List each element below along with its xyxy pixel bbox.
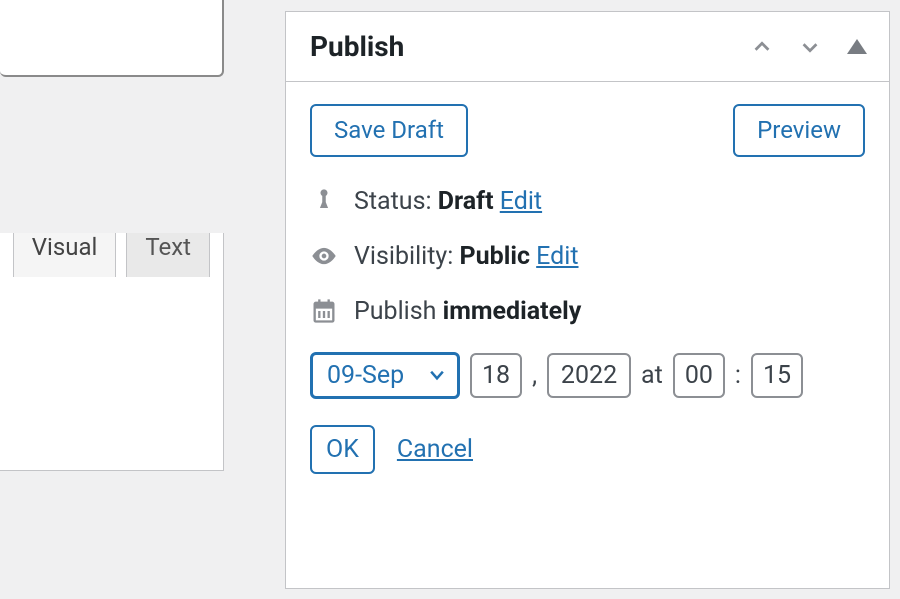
preview-button[interactable]: Preview bbox=[733, 104, 865, 157]
publish-schedule-row: Publish immediately bbox=[310, 297, 865, 326]
year-input[interactable]: 2022 bbox=[547, 353, 631, 398]
publish-metabox: Publish Save Draft Preview Status: Draft… bbox=[285, 11, 890, 589]
post-title-input[interactable] bbox=[0, 0, 224, 77]
comma-separator: , bbox=[532, 361, 537, 390]
minute-input[interactable]: 15 bbox=[751, 353, 803, 398]
publish-schedule-value: immediately bbox=[443, 297, 582, 326]
cancel-link[interactable]: Cancel bbox=[397, 435, 473, 464]
visibility-edit-link[interactable]: Edit bbox=[536, 242, 578, 271]
visibility-row: Visibility: Public Edit bbox=[310, 242, 865, 271]
visibility-label: Visibility: bbox=[354, 242, 453, 271]
collapse-panel-icon[interactable] bbox=[847, 39, 867, 54]
publish-metabox-header: Publish bbox=[286, 12, 889, 82]
schedule-date-controls: 09-Sep 18 , 2022 at 00 : 15 bbox=[310, 352, 865, 399]
calendar-icon bbox=[310, 297, 338, 325]
tab-visual[interactable]: Visual bbox=[13, 233, 117, 277]
hour-input[interactable]: 00 bbox=[673, 353, 725, 398]
at-label: at bbox=[641, 361, 663, 390]
ok-button[interactable]: OK bbox=[310, 425, 375, 474]
editor-toolbar: Visual Text bbox=[0, 233, 224, 471]
status-label: Status: bbox=[354, 187, 432, 216]
status-value: Draft bbox=[438, 187, 494, 216]
tab-text[interactable]: Text bbox=[126, 233, 210, 277]
move-down-icon[interactable] bbox=[799, 36, 821, 58]
eye-icon bbox=[310, 242, 338, 270]
visibility-value: Public bbox=[460, 242, 530, 271]
move-up-icon[interactable] bbox=[751, 36, 773, 58]
chevron-down-icon bbox=[427, 365, 447, 385]
day-input[interactable]: 18 bbox=[470, 353, 522, 398]
publish-label: Publish bbox=[354, 297, 436, 326]
save-draft-button[interactable]: Save Draft bbox=[310, 104, 468, 157]
editor-content-area[interactable] bbox=[0, 290, 223, 470]
colon-separator: : bbox=[735, 361, 741, 390]
pin-icon bbox=[310, 187, 338, 215]
status-row: Status: Draft Edit bbox=[310, 187, 865, 216]
month-select[interactable]: 09-Sep bbox=[310, 352, 460, 399]
status-edit-link[interactable]: Edit bbox=[500, 187, 542, 216]
publish-title: Publish bbox=[310, 30, 404, 63]
